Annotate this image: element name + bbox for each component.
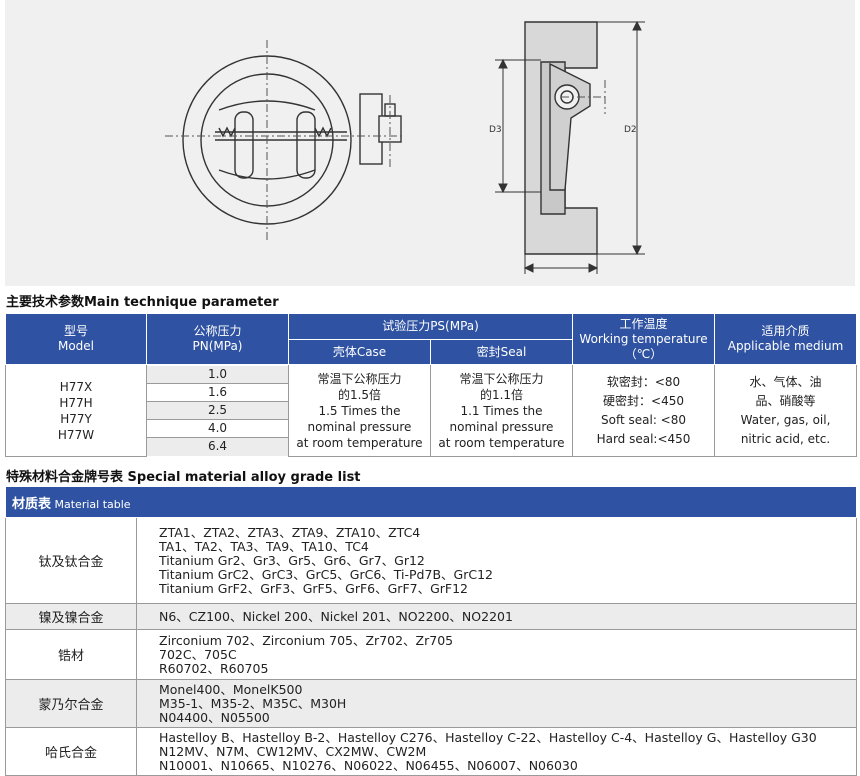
header-case: 壳体Case [288,339,431,365]
header-seal: 密封Seal [430,339,573,365]
valve-technical-drawing: D3 D2 [5,0,855,286]
grades-cell: ZTA1、ZTA2、ZTA3、ZTA9、ZTA10、ZTC4 TA1、TA2、T… [136,517,857,604]
pn-value: 1.6 [147,383,288,402]
material-table: 材质表 Material table 钛及钛合金 ZTA1、ZTA2、ZTA3、… [5,486,857,776]
table-row: 哈氏合金 Hastelloy B、Hastelloy B-2、Hastelloy… [5,727,857,776]
header-medium: 适用介质 Applicable medium [714,313,857,365]
model-cell: H77X H77H H77Y H77W [5,364,147,457]
case-pressure-cell: 常温下公称压力 的1.5倍 1.5 Times the nominal pres… [288,364,431,457]
pn-cell: 1.0 1.6 2.5 4.0 6.4 [147,365,289,457]
pn-value: 1.0 [147,365,288,384]
header-model: 型号 Model [5,313,147,365]
category-cell: 哈氏合金 [5,727,137,776]
pn-value: 2.5 [147,401,288,420]
category-cell: 蒙乃尔合金 [5,679,137,728]
category-cell: 锆材 [5,629,137,680]
grades-cell: N6、CZ100、Nickel 200、Nickel 201、NO2200、NO… [136,603,857,630]
header-pn: 公称压力 PN(MPa) [146,313,289,365]
label-d3: D3 [489,125,502,135]
table-row: 镍及镍合金 N6、CZ100、Nickel 200、Nickel 201、NO2… [5,603,857,630]
table-row: 蒙乃尔合金 Monel400、MonelK500 M35-1、M35-2、M35… [5,679,857,728]
parameter-table: 型号 Model 公称压力 PN(MPa) 试验压力PS(MPa) 工作温度 Work… [5,313,857,457]
grades-cell: Monel400、MonelK500 M35-1、M35-2、M35C、M30H… [136,679,857,728]
front-view [182,55,402,225]
grades-cell: Hastelloy B、Hastelloy B-2、Hastelloy C276… [136,727,857,776]
category-cell: 钛及钛合金 [5,517,137,604]
section-title-materials: 特殊材料合金牌号表 Special material alloy grade l… [6,470,361,485]
header-temperature: 工作温度 Working temperature （℃） [572,313,715,365]
seal-pressure-cell: 常温下公称压力 的1.1倍 1.1 Times the nominal pres… [430,364,573,457]
category-cell: 镍及镍合金 [5,603,137,630]
label-d2: D2 [624,125,637,135]
header-test-pressure: 试验压力PS(MPa) [288,313,573,340]
table-row: 钛及钛合金 ZTA1、ZTA2、ZTA3、ZTA9、ZTA10、ZTC4 TA1… [5,517,857,604]
pn-value: 4.0 [147,419,288,438]
temperature-cell: 软密封：<80 硬密封：<450 Soft seal: <80 Hard sea… [572,364,715,457]
section-view [524,21,598,255]
pn-value: 6.4 [147,437,288,456]
medium-cell: 水、气体、油 品、硝酸等 Water, gas, oil, nitric aci… [714,364,857,457]
material-table-header: 材质表 Material table [5,486,857,518]
valve-drawing-svg: D3 D2 [165,20,645,274]
grades-cell: Zirconium 702、Zirconium 705、Zr702、Zr705 … [136,629,857,680]
section-title-parameters: 主要技术参数Main technique parameter [6,295,279,310]
table-row: 锆材 Zirconium 702、Zirconium 705、Zr702、Zr7… [5,629,857,680]
